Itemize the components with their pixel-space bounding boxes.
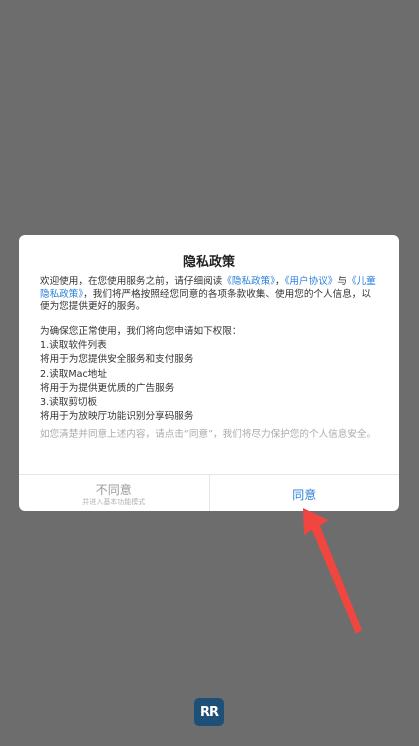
app-logo: RR: [194, 698, 224, 726]
permission-item: 1.读取软件列表: [40, 340, 107, 352]
intro-part-1: 欢迎使用，在您使用服务之前，请仔细阅读: [40, 276, 223, 287]
permission-item: 将用于为放映厅功能识别分享码服务: [40, 411, 194, 423]
privacy-dialog: 隐私政策 欢迎使用，在您使用服务之前，请仔细阅读《隐私政策》，《用户协议》与《儿…: [19, 235, 399, 511]
permissions-list: 为确保您正常使用，我们将向您申请如下权限： 1.读取软件列表 将用于为您提供安全…: [40, 325, 379, 424]
dialog-title: 隐私政策: [182, 255, 235, 270]
privacy-policy-link[interactable]: 《隐私政策》: [222, 276, 275, 287]
intro-part-2: ，我们将严格按照经您同意的各项条款收集、使用您的个人信息，以便为您提供更好的服务…: [40, 288, 371, 313]
intro-separator: ，: [275, 276, 285, 287]
disagree-button[interactable]: 不同意 并进入基本功能模式: [19, 475, 210, 511]
intro-and: 与: [337, 276, 347, 287]
arrow-shape: [303, 508, 362, 634]
agree-button[interactable]: 同意: [210, 475, 400, 511]
permissions-heading: 为确保您正常使用，我们将向您申请如下权限：: [40, 326, 242, 337]
dialog-button-bar: 不同意 并进入基本功能模式 同意: [19, 474, 399, 511]
consent-notice: 如您清楚并同意上述内容，请点击“同意”，我们将尽力保护您的个人信息安全。: [40, 429, 377, 440]
agree-label: 同意: [292, 488, 317, 502]
permission-item: 将用于为您提供安全服务和支付服务: [40, 354, 194, 366]
intro-text: 欢迎使用，在您使用服务之前，请仔细阅读《隐私政策》，《用户协议》与《儿童隐私政策…: [40, 276, 379, 314]
user-agreement-link[interactable]: 《用户协议》: [285, 276, 338, 287]
disagree-label: 不同意: [95, 483, 132, 497]
permission-item: 将用于为提供更优质的广告服务: [40, 382, 175, 394]
app-logo-text: RR: [199, 704, 219, 720]
permission-item: 3.读取剪切板: [40, 397, 98, 409]
disagree-sublabel: 并进入基本功能模式: [82, 498, 146, 506]
permission-item: 2.读取Mac地址: [40, 368, 107, 380]
